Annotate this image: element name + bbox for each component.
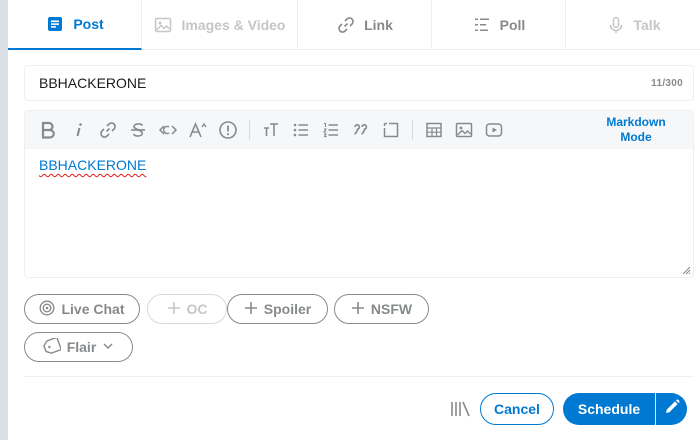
code-block-icon[interactable] xyxy=(376,115,406,145)
quote-icon[interactable] xyxy=(346,115,376,145)
create-post-card: Post Images & Video Link Poll Talk BBHAC… xyxy=(8,0,700,440)
italic-icon[interactable] xyxy=(63,115,93,145)
strikethrough-icon[interactable] xyxy=(123,115,153,145)
resize-handle-icon[interactable] xyxy=(681,265,691,275)
tab-label: Poll xyxy=(499,17,526,33)
schedule-button-group: Schedule xyxy=(563,393,687,425)
tab-post[interactable]: Post xyxy=(8,0,142,50)
schedule-edit-button[interactable] xyxy=(655,393,687,425)
link-icon[interactable] xyxy=(93,115,123,145)
tab-label: Link xyxy=(364,17,393,33)
oc-button[interactable]: OC xyxy=(147,294,227,324)
editor-toolbar: Markdown Mode xyxy=(25,111,693,149)
live-chat-label: Live Chat xyxy=(61,301,125,317)
toolbar-divider xyxy=(249,120,250,140)
tab-link[interactable]: Link xyxy=(298,0,432,50)
markdown-mode-toggle[interactable]: Markdown Mode xyxy=(601,115,671,145)
live-chat-button[interactable]: Live Chat xyxy=(24,294,140,324)
post-icon xyxy=(45,14,65,34)
toolbar-divider xyxy=(412,120,413,140)
spoiler-label: Spoiler xyxy=(263,301,312,317)
bulleted-list-icon[interactable] xyxy=(286,115,316,145)
editor-body-text[interactable]: BBHACKERONE xyxy=(25,149,693,173)
oc-label: OC xyxy=(186,301,208,317)
drafts-library-icon[interactable] xyxy=(449,399,471,419)
nsfw-label: NSFW xyxy=(370,301,413,317)
plus-icon xyxy=(167,301,181,318)
title-input[interactable] xyxy=(39,75,652,91)
link-icon xyxy=(336,15,356,35)
footer-divider xyxy=(24,376,694,377)
chevron-down-icon xyxy=(102,339,114,355)
tab-label: Images & Video xyxy=(181,17,286,33)
superscript-icon[interactable] xyxy=(183,115,213,145)
plus-icon xyxy=(351,301,365,318)
image-icon xyxy=(153,15,173,35)
flair-button[interactable]: Flair xyxy=(24,332,133,362)
inline-code-icon[interactable] xyxy=(153,115,183,145)
bold-icon[interactable] xyxy=(33,115,63,145)
title-char-count: 11/300 xyxy=(651,77,683,89)
microphone-icon xyxy=(606,15,626,35)
title-field[interactable]: 11/300 xyxy=(24,65,694,101)
video-icon[interactable] xyxy=(479,115,509,145)
flair-label: Flair xyxy=(66,339,97,355)
nsfw-button[interactable]: NSFW xyxy=(334,294,429,324)
poll-icon xyxy=(472,15,492,35)
tab-images-video[interactable]: Images & Video xyxy=(142,0,298,50)
numbered-list-icon[interactable] xyxy=(316,115,346,145)
cancel-button[interactable]: Cancel xyxy=(480,393,554,425)
pencil-icon xyxy=(664,398,680,420)
heading-icon[interactable] xyxy=(256,115,286,145)
schedule-button[interactable]: Schedule xyxy=(563,393,655,425)
post-type-tabs: Post Images & Video Link Poll Talk xyxy=(8,0,700,50)
spoiler-icon[interactable] xyxy=(213,115,243,145)
live-chat-icon xyxy=(39,299,55,319)
tab-talk[interactable]: Talk xyxy=(566,0,700,50)
plus-icon xyxy=(244,301,258,318)
tag-icon xyxy=(42,335,62,357)
image-icon[interactable] xyxy=(449,115,479,145)
tab-poll[interactable]: Poll xyxy=(432,0,566,50)
spoiler-button[interactable]: Spoiler xyxy=(227,294,328,324)
rich-text-editor[interactable]: Markdown Mode BBHACKERONE xyxy=(24,110,694,278)
table-icon[interactable] xyxy=(419,115,449,145)
tab-label: Talk xyxy=(633,17,661,33)
tab-label: Post xyxy=(73,16,104,32)
